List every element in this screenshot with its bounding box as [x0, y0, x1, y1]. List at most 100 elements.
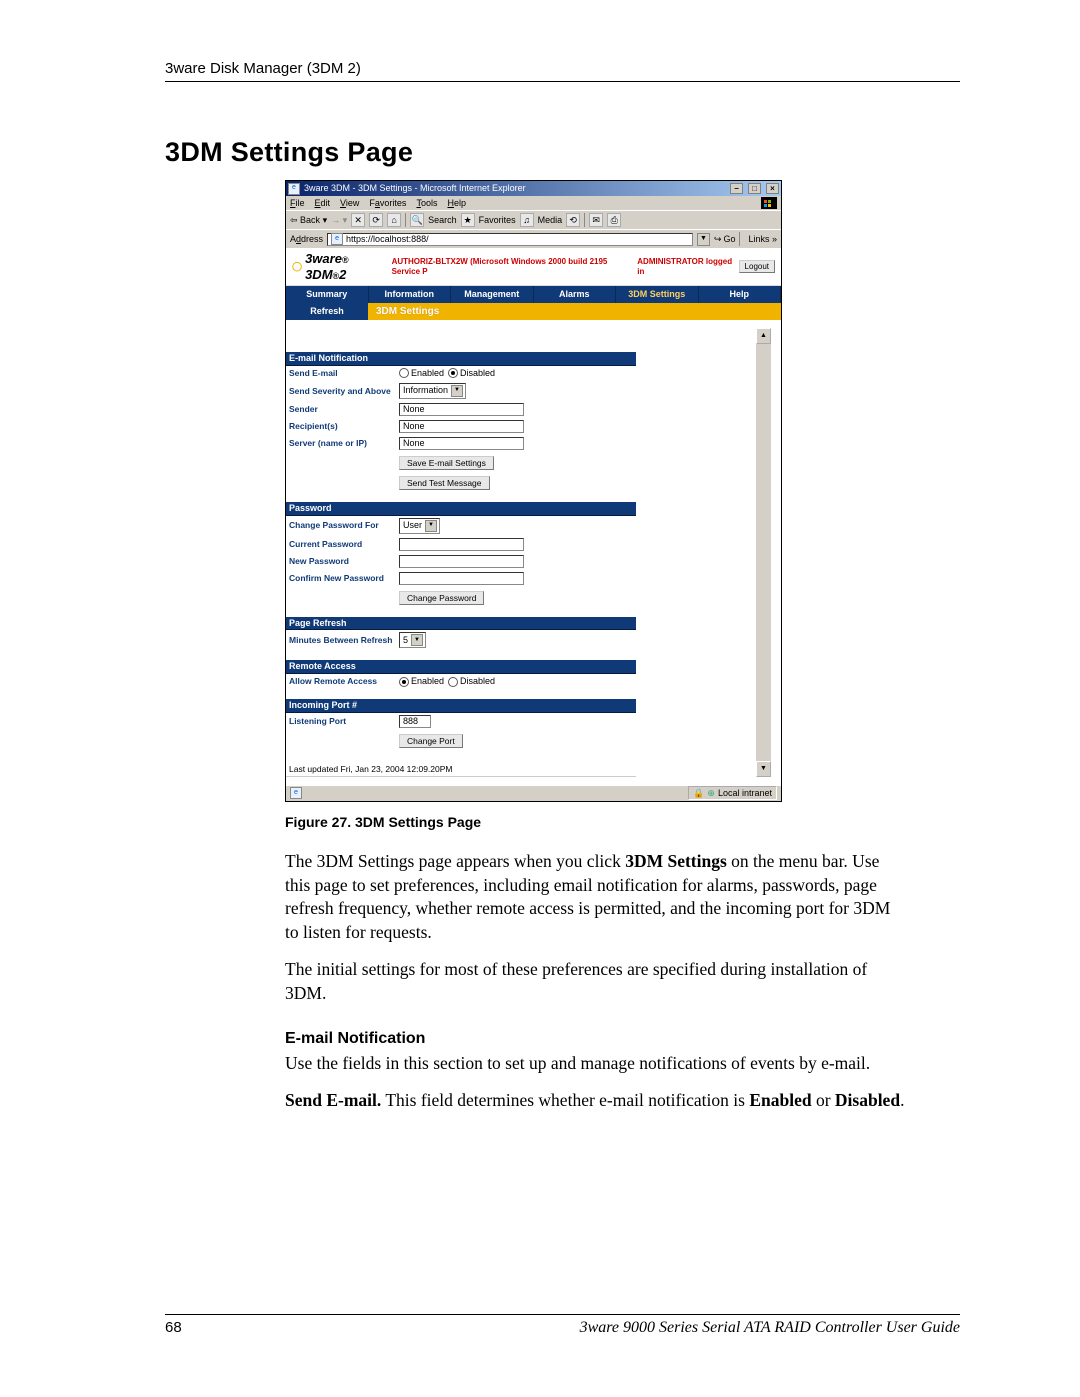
tab-help[interactable]: Help: [699, 286, 782, 303]
select-severity[interactable]: Information▼: [399, 383, 466, 399]
test-email-button[interactable]: Send Test Message: [399, 476, 490, 490]
logout-button[interactable]: Logout: [739, 260, 775, 273]
minimize-button[interactable]: −: [730, 183, 743, 194]
tab-summary[interactable]: Summary: [286, 286, 369, 303]
maximize-button[interactable]: □: [748, 183, 761, 194]
dm-body: E-mail Notification Send E-mail Enabled …: [286, 320, 781, 785]
menu-edit[interactable]: Edit: [315, 198, 331, 209]
mail-icon[interactable]: ✉: [589, 213, 603, 227]
menu-favorites[interactable]: Favorites: [369, 198, 406, 209]
toolbar-separator: [405, 213, 406, 227]
radio-remote-disabled[interactable]: Disabled: [448, 676, 495, 687]
save-email-button[interactable]: Save E-mail Settings: [399, 456, 494, 470]
dm-nav: Summary Information Management Alarms 3D…: [286, 286, 781, 303]
section-page-refresh: Page Refresh: [286, 617, 636, 631]
menu-file[interactable]: File: [290, 198, 305, 209]
scroll-up-icon[interactable]: ▲: [756, 328, 771, 344]
links-label[interactable]: Links »: [748, 234, 777, 245]
section-port: Incoming Port #: [286, 699, 636, 713]
input-server[interactable]: [399, 437, 524, 450]
chevron-down-icon: ▼: [411, 634, 423, 646]
radio-email-enabled[interactable]: Enabled: [399, 368, 444, 379]
toolbar: ⇦ Back ▾ → ▾ ✕ ⟳ ⌂ 🔍 Search ★ Favorites ♫ M…: [286, 210, 781, 229]
footer-title: 3ware 9000 Series Serial ATA RAID Contro…: [182, 1319, 960, 1337]
print-icon[interactable]: ⎙: [607, 213, 621, 227]
address-label: Address: [290, 234, 323, 245]
label-confirm-pw: Confirm New Password: [289, 573, 399, 583]
running-head: 3ware Disk Manager (3DM 2): [165, 60, 960, 77]
label-recipients: Recipient(s): [289, 421, 399, 431]
input-current-pw[interactable]: [399, 538, 524, 551]
titlebar: e 3ware 3DM - 3DM Settings - Microsoft I…: [286, 181, 781, 196]
menu-tools[interactable]: Tools: [416, 198, 437, 209]
dm-header: ◯ 3ware® 3DM®2 AUTHORIZ-BLTX2W (Microsof…: [286, 248, 781, 286]
menu-view[interactable]: View: [340, 198, 359, 209]
back-button[interactable]: ⇦ Back ▾: [290, 215, 327, 226]
label-severity: Send Severity and Above: [289, 386, 399, 396]
chevron-down-icon: ▼: [451, 385, 463, 397]
head-rule: [165, 81, 960, 82]
label-change-for: Change Password For: [289, 520, 399, 530]
close-button[interactable]: ×: [766, 183, 779, 194]
screenshot-browser-window: e 3ware 3DM - 3DM Settings - Microsoft I…: [285, 180, 782, 802]
address-dropdown-icon[interactable]: ▼: [697, 233, 710, 246]
input-confirm-pw[interactable]: [399, 572, 524, 585]
menubar: File Edit View Favorites Tools Help: [286, 196, 781, 210]
media-icon[interactable]: ♫: [520, 213, 534, 227]
forward-button[interactable]: → ▾: [331, 215, 347, 226]
address-input[interactable]: e https://localhost:888/: [327, 233, 693, 246]
section-email: E-mail Notification: [286, 352, 636, 366]
logged-in-label: ADMINISTRATOR logged in: [637, 257, 735, 276]
section-remote: Remote Access: [286, 660, 636, 674]
select-minutes[interactable]: 5▼: [399, 632, 426, 648]
section-password: Password: [286, 502, 636, 516]
label-port: Listening Port: [289, 716, 399, 726]
stop-icon[interactable]: ✕: [351, 213, 365, 227]
radio-remote-enabled[interactable]: Enabled: [399, 676, 444, 687]
tab-management[interactable]: Management: [451, 286, 534, 303]
address-bar: Address e https://localhost:888/ ▼ ↪ Go …: [286, 229, 781, 248]
tab-information[interactable]: Information: [369, 286, 452, 303]
label-send-email: Send E-mail: [289, 368, 399, 378]
change-password-button[interactable]: Change Password: [399, 591, 484, 605]
media-label[interactable]: Media: [538, 215, 563, 226]
change-port-button[interactable]: Change Port: [399, 734, 463, 748]
home-icon[interactable]: ⌂: [387, 213, 401, 227]
foot-rule: [165, 1314, 960, 1315]
go-button[interactable]: ↪ Go: [714, 234, 736, 245]
ie-throbber-icon: [761, 197, 777, 209]
label-sender: Sender: [289, 404, 399, 414]
toolbar-separator: [584, 213, 585, 227]
favorites-icon[interactable]: ★: [461, 213, 475, 227]
window-title: 3ware 3DM - 3DM Settings - Microsoft Int…: [304, 183, 526, 194]
host-info: AUTHORIZ-BLTX2W (Microsoft Windows 2000 …: [392, 257, 632, 276]
radio-email-disabled[interactable]: Disabled: [448, 368, 495, 379]
scrollbar[interactable]: ▲ ▼: [756, 328, 771, 777]
input-sender[interactable]: [399, 403, 524, 416]
chevron-down-icon: ▼: [425, 520, 437, 532]
refresh-button[interactable]: Refresh: [286, 303, 368, 320]
tab-alarms[interactable]: Alarms: [534, 286, 617, 303]
status-zone: 🔒 ⊕ Local intranet: [688, 786, 777, 800]
input-port[interactable]: [399, 715, 431, 728]
favorites-label[interactable]: Favorites: [479, 215, 516, 226]
ie-icon: e: [288, 183, 300, 195]
paragraph-4: Send E-mail. This field determines wheth…: [285, 1089, 905, 1113]
tab-3dm-settings[interactable]: 3DM Settings: [616, 286, 699, 303]
input-new-pw[interactable]: [399, 555, 524, 568]
menu-help[interactable]: Help: [447, 198, 466, 209]
page: 3ware Disk Manager (3DM 2) 3DM Settings …: [0, 0, 1080, 1397]
paragraph-2: The initial settings for most of these p…: [285, 958, 905, 1005]
search-icon[interactable]: 🔍: [410, 213, 424, 227]
refresh-icon[interactable]: ⟳: [369, 213, 383, 227]
page-number: 68: [165, 1319, 182, 1336]
select-change-for[interactable]: User▼: [399, 518, 440, 534]
scroll-down-icon[interactable]: ▼: [756, 761, 771, 777]
search-label[interactable]: Search: [428, 215, 457, 226]
label-minutes: Minutes Between Refresh: [289, 635, 399, 645]
paragraph-3: Use the fields in this section to set up…: [285, 1052, 905, 1076]
history-icon[interactable]: ⟲: [566, 213, 580, 227]
label-remote: Allow Remote Access: [289, 676, 399, 686]
input-recipients[interactable]: [399, 420, 524, 433]
figure-caption: Figure 27. 3DM Settings Page: [285, 814, 960, 830]
